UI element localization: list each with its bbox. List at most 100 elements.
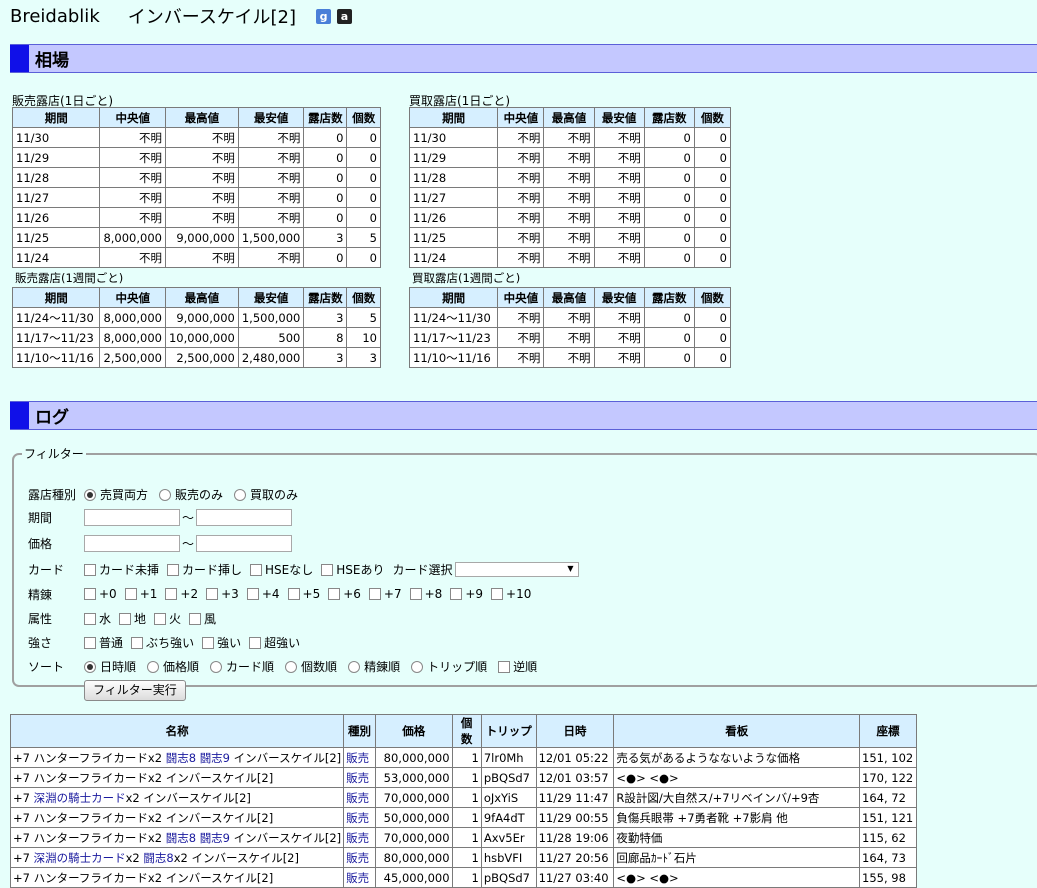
card-checkbox[interactable]: カード未挿 [84, 561, 159, 578]
sort-radio[interactable]: トリップ順 [411, 658, 487, 675]
sort-radio[interactable]: 個数順 [285, 658, 337, 675]
table-row: 11/30 不明 不明 不明 0 0 [11, 127, 381, 148]
item-link[interactable]: 闘志8 [166, 831, 196, 845]
refine-option-label: +10 [506, 586, 532, 601]
refine-row: 精錬 +0 +1 +2 +3 +4 +5 +6 +7 +8 +9 +10 [28, 586, 539, 603]
item-link[interactable]: 闘志9 [200, 751, 230, 765]
type-link[interactable]: 販売 [346, 871, 369, 885]
refine-checkbox[interactable]: +7 [368, 587, 402, 601]
checkbox-icon [249, 636, 262, 649]
strength-checkbox[interactable]: 普通 [84, 634, 123, 651]
type-link[interactable]: 販売 [346, 831, 369, 845]
checkbox-icon [165, 587, 178, 600]
item-link[interactable]: 深淵の騎士カード [34, 851, 126, 865]
card-option-label: カード未挿 [99, 563, 160, 577]
element-checkbox[interactable]: 風 [189, 610, 216, 627]
subtable-caption-row: 販売露店(1週間ごと) [12, 267, 381, 288]
element-option-label: 火 [169, 612, 182, 626]
table-row: 11/28 不明 不明 不明 0 0 [11, 167, 381, 188]
radio-icon [84, 488, 96, 501]
table-cell: 不明 [543, 167, 595, 188]
refine-checkbox[interactable]: +9 [450, 587, 483, 601]
element-checkbox[interactable]: 水 [84, 610, 111, 627]
refine-checkbox[interactable]: +3 [206, 587, 239, 601]
table-cell: 5 [346, 307, 381, 328]
type-link[interactable]: 販売 [346, 771, 369, 785]
log-heading-text: ログ [35, 408, 69, 428]
price-row: 価格 〜 [28, 535, 293, 552]
price-from-input[interactable] [84, 535, 180, 552]
amazon-search-icon[interactable]: a [337, 8, 352, 24]
table-cell: 500 [237, 327, 305, 348]
shop-type-radio[interactable]: 販売のみ [159, 486, 223, 503]
strength-option-label: 強い [217, 636, 242, 650]
item-link[interactable]: 闘志9 [200, 831, 230, 845]
column-header: 最高値 [164, 287, 239, 308]
sort-radio[interactable]: 日時順 [84, 658, 136, 675]
checkbox-icon [131, 636, 144, 649]
column-header: 期間 [408, 107, 499, 128]
shop-type-options: 売買両方 販売のみ 買取のみ [84, 486, 309, 504]
period-to-input[interactable] [196, 509, 293, 526]
table-cell: 不明 [543, 227, 595, 248]
type-cell: 販売 [343, 827, 376, 848]
type-link[interactable]: 販売 [346, 811, 369, 825]
date-cell: 11/29 00:55 [535, 807, 615, 828]
refine-checkbox[interactable]: +8 [409, 587, 442, 601]
checkbox-icon [84, 636, 96, 649]
period-from-input[interactable] [84, 509, 180, 526]
sort-option-label: 価格順 [163, 660, 200, 674]
table-cell: 不明 [99, 127, 166, 148]
item-link[interactable]: 闘志8 [166, 751, 196, 765]
sort-row: ソート 日時順 価格順 カード順 個数順 精錬順 トリップ順 逆順 [28, 658, 545, 676]
reverse-checkbox[interactable]: 逆順 [498, 658, 537, 675]
header-row: 名称 種別 価格 個数 トリップ 日時 看板 座標 [9, 714, 917, 748]
refine-checkbox[interactable]: +5 [287, 587, 320, 601]
type-link[interactable]: 販売 [346, 791, 369, 805]
shop-type-radio[interactable]: 売買両方 [84, 486, 148, 503]
column-header: 最安値 [593, 287, 645, 308]
sort-radio[interactable]: カード順 [210, 658, 274, 675]
filter-submit-button[interactable]: フィルター実行 [84, 680, 186, 701]
type-link[interactable]: 販売 [346, 751, 369, 765]
table-row: +7 深淵の騎士カードx2 闘志8x2 インバースケイル[2] 販売 80,000,… [9, 847, 917, 868]
refine-checkbox[interactable]: +10 [491, 587, 531, 601]
element-checkbox[interactable]: 地 [119, 610, 146, 627]
shop-type-radio[interactable]: 買取のみ [234, 486, 298, 503]
strength-checkbox[interactable]: ぶち強い [131, 634, 194, 651]
element-checkbox[interactable]: 火 [154, 610, 181, 627]
site-name[interactable]: Breidablik [10, 6, 100, 27]
refine-checkbox[interactable]: +1 [124, 587, 157, 601]
item-link[interactable]: 深淵の騎士カード [34, 791, 126, 805]
card-checkbox[interactable]: HSEあり [321, 561, 385, 578]
strength-option-label: 超強い [264, 636, 301, 650]
table-cell: 不明 [497, 347, 545, 368]
card-checkbox[interactable]: カード挿し [167, 561, 242, 578]
table-cell: 不明 [497, 307, 545, 328]
item-link[interactable]: 闘志8 [143, 851, 173, 865]
card-checkbox[interactable]: HSEなし [250, 561, 313, 578]
heading-marker [10, 402, 29, 429]
type-link[interactable]: 販売 [346, 851, 369, 865]
table-cell: 3 [303, 227, 348, 248]
google-search-icon[interactable]: g [316, 8, 331, 24]
type-cell: 販売 [343, 767, 376, 788]
strength-checkbox[interactable]: 強い [202, 634, 241, 651]
table-row: +7 ハンターフライカードx2 インバースケイル[2] 販売 45,000,000 1… [9, 867, 917, 888]
shop-type-label: 露店種別 [28, 488, 77, 503]
count-cell: 1 [451, 807, 482, 828]
refine-checkbox[interactable]: +4 [246, 587, 280, 601]
table-cell: 不明 [543, 187, 595, 208]
strength-checkbox[interactable]: 超強い [249, 634, 300, 651]
refine-checkbox[interactable]: +6 [328, 587, 361, 601]
refine-checkbox[interactable]: +0 [84, 587, 117, 601]
sort-radio[interactable]: 精錬順 [348, 658, 400, 675]
table-cell: 不明 [99, 247, 166, 268]
refine-checkbox[interactable]: +2 [165, 587, 198, 601]
price-to-input[interactable] [196, 535, 293, 552]
card-select-dropdown[interactable]: ▼ [454, 562, 579, 578]
date-cell: 11/28 19:06 [535, 827, 615, 848]
checkbox-icon [498, 660, 511, 673]
date-cell: 11/29 11:47 [535, 787, 615, 808]
sort-radio[interactable]: 価格順 [147, 658, 199, 675]
